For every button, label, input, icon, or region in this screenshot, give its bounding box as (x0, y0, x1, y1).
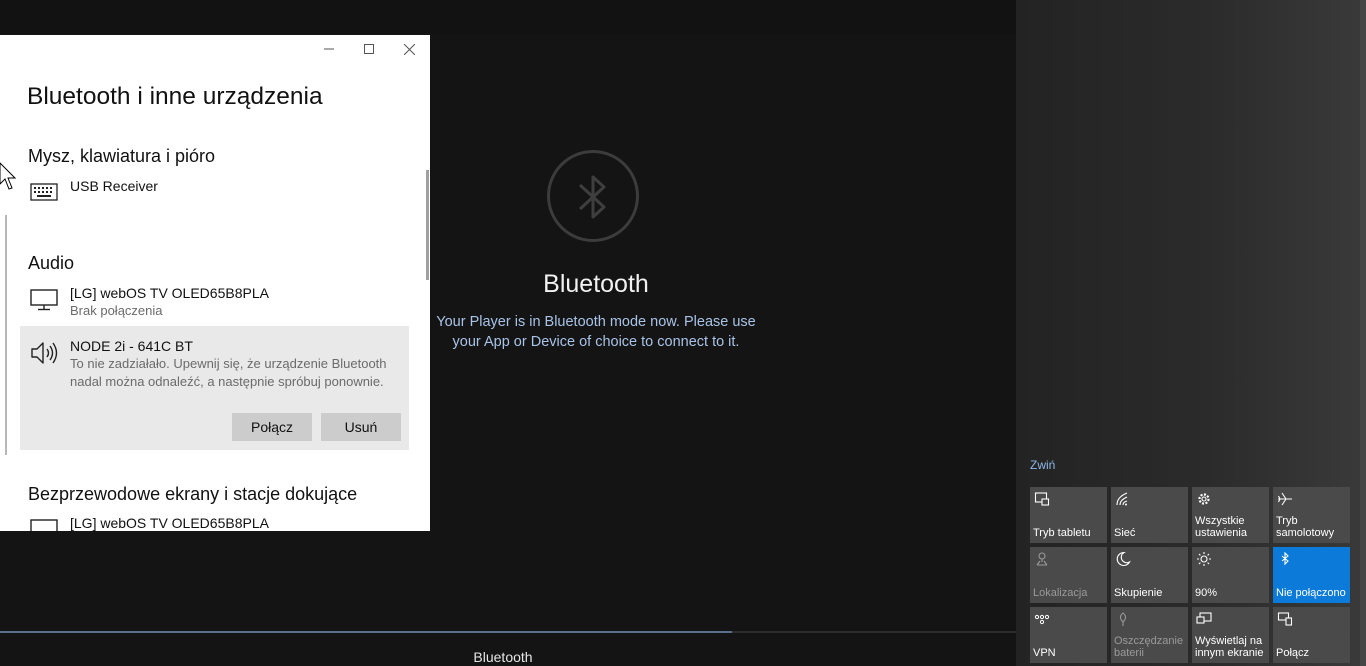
tile-location[interactable]: Lokalizacja (1030, 547, 1107, 603)
moon-icon (1116, 551, 1131, 566)
device-name-node: NODE 2i - 641C BT (70, 338, 193, 354)
tile-vpn[interactable]: VPN (1030, 607, 1107, 663)
left-edge-line (5, 215, 7, 455)
monitor-icon (30, 519, 58, 531)
section-wireless-displays: Bezprzewodowe ekrany i stacje dokujące (28, 484, 358, 504)
tile-label: Lokalizacja (1033, 587, 1088, 599)
player-message: Your Player is in Bluetooth mode now. Pl… (436, 314, 756, 350)
connect-button[interactable]: Połącz (232, 413, 312, 441)
tile-label: Oszczędzanie baterii (1114, 635, 1184, 659)
gear-icon (1198, 493, 1210, 505)
tile-project[interactable]: Wyświetlaj na innym ekranie (1192, 607, 1269, 663)
project-icon (1196, 612, 1212, 624)
network-icon (1116, 492, 1128, 506)
speaker-icon (31, 342, 58, 364)
tile-airplane-mode[interactable]: Tryb samolotowy (1273, 487, 1350, 543)
minimize-icon (324, 48, 334, 50)
close-icon (403, 43, 415, 55)
settings-window: Bluetooth i inne urządzenia Mysz, klawia… (0, 35, 430, 531)
device-error-message: To nie zadziałało. Upewnij się, że urząd… (70, 356, 387, 389)
player-title: Bluetooth (543, 270, 649, 298)
tile-label: Sieć (1114, 527, 1136, 539)
tile-label: Tryb tabletu (1033, 527, 1091, 539)
tile-label: Wszystkie ustawienia (1195, 515, 1247, 539)
tile-label: Połącz (1276, 647, 1310, 659)
airplane-icon (1278, 492, 1292, 506)
monitor-icon (30, 289, 58, 311)
remove-button[interactable]: Usuń (321, 413, 401, 441)
action-center-edge (1360, 0, 1366, 666)
tile-label: 90% (1195, 587, 1218, 599)
location-icon (1036, 552, 1048, 566)
tile-connect[interactable]: Połącz (1273, 607, 1350, 663)
tile-brightness[interactable]: 90% (1192, 547, 1269, 603)
action-center: Zwiń Tryb tabletu Sieć Wszystkie ustawie… (1016, 0, 1366, 666)
collapse-link[interactable]: Zwiń (1030, 458, 1055, 472)
keyboard-icon (30, 183, 58, 201)
connect-icon (1277, 612, 1293, 626)
tile-all-settings[interactable]: Wszystkie ustawienia (1192, 487, 1269, 543)
battery-saver-icon (1119, 612, 1127, 626)
tile-bluetooth[interactable]: Nie połączono (1273, 547, 1350, 603)
brightness-icon (1197, 552, 1211, 566)
tile-network[interactable]: Sieć (1111, 487, 1188, 543)
progress-track (0, 631, 1016, 633)
page-title: Bluetooth i inne urządzenia (27, 83, 323, 110)
progress-fill (0, 631, 732, 633)
device-name: [LG] webOS TV OLED65B8PLA (70, 285, 269, 301)
tile-tablet-mode[interactable]: Tryb tabletu (1030, 487, 1107, 543)
vpn-icon (1034, 614, 1050, 625)
tile-label: Skupienie (1114, 587, 1163, 599)
bluetooth-circle-icon (547, 150, 639, 242)
tile-battery-saver[interactable]: Oszczędzanie baterii (1111, 607, 1188, 663)
tile-label: Wyświetlaj na innym ekranie (1195, 635, 1264, 659)
player-top-bar (0, 0, 1016, 34)
tablet-mode-icon (1034, 492, 1050, 506)
bluetooth-icon (1281, 551, 1289, 566)
device-name: USB Receiver (70, 178, 158, 194)
maximize-icon (364, 44, 374, 54)
tile-focus-assist[interactable]: Skupienie (1111, 547, 1188, 603)
device-status: Brak połączenia (70, 303, 163, 318)
device-name: [LG] webOS TV OLED65B8PLA (70, 515, 269, 531)
minimize-button[interactable] (309, 35, 349, 63)
section-input-devices: Mysz, klawiatura i pióro (28, 146, 216, 166)
tile-label: Nie połączono (1276, 587, 1346, 599)
section-audio: Audio (28, 253, 75, 273)
maximize-button[interactable] (349, 35, 389, 63)
bottom-label: Bluetooth (473, 649, 533, 665)
tile-label: VPN (1033, 647, 1056, 659)
scrollbar[interactable] (426, 170, 429, 280)
tile-label: Tryb samolotowy (1276, 515, 1335, 539)
mouse-cursor-icon (0, 162, 17, 190)
close-button[interactable] (389, 35, 429, 63)
